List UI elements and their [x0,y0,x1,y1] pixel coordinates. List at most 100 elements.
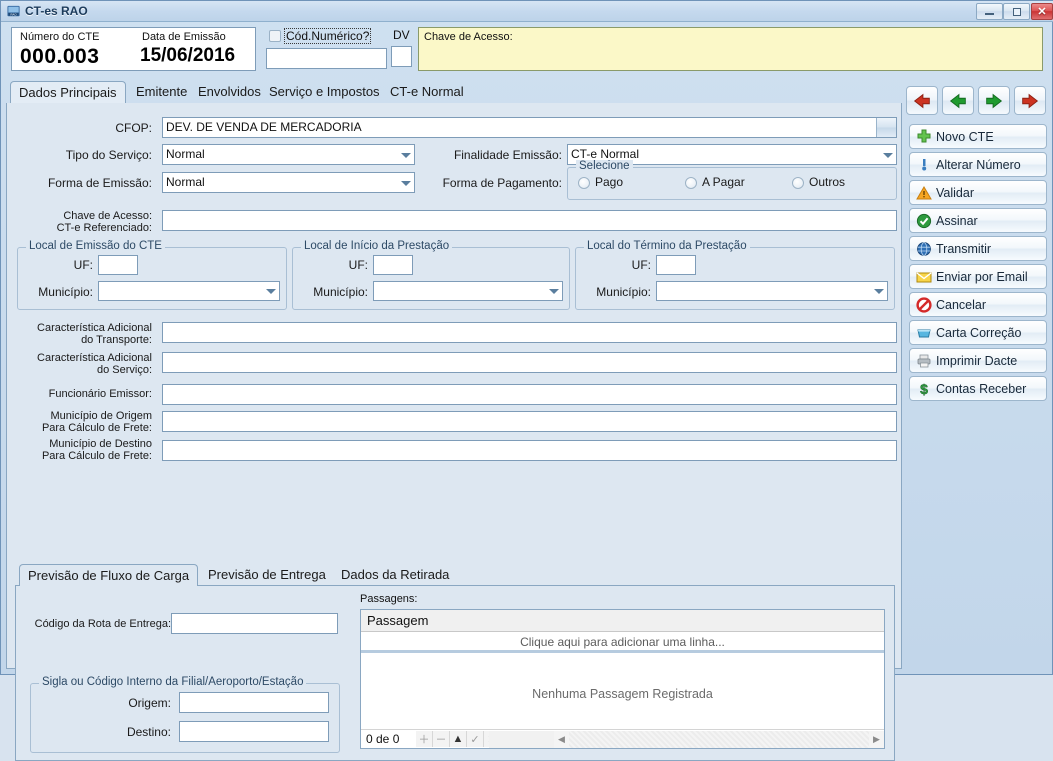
cod-numerico-input[interactable] [266,48,387,69]
warning-icon [916,185,932,201]
grid-horizontal-scrollbar[interactable]: ◀ ▶ [489,731,884,748]
forma-emissao-value: Normal [166,175,205,189]
carac-transporte-input[interactable] [162,322,897,343]
alterar-numero-button[interactable]: Alterar Número [909,152,1047,177]
cfop-input[interactable]: DEV. DE VENDA DE MERCADORIA [162,117,897,138]
cfop-label: CFOP: [115,121,152,135]
check-circle-icon [916,213,932,229]
local-termino-municipio-select[interactable] [656,281,888,301]
tab-dados-retirada[interactable]: Dados da Retirada [333,565,457,586]
local-emissao-municipio-select[interactable] [98,281,280,301]
local-emissao-uf-input[interactable] [98,255,138,275]
assinar-label: Assinar [936,213,978,228]
last-record-button[interactable] [1014,86,1046,115]
maximize-icon [1004,4,1029,19]
printer-icon [916,353,932,369]
mun-origem-input[interactable] [162,411,897,432]
local-termino-uf-input[interactable] [656,255,696,275]
tab-previsao-entrega[interactable]: Previsão de Entrega [200,565,334,586]
plus-icon [916,129,932,145]
chevron-down-icon [549,289,559,294]
tab-emitente[interactable]: Emitente [128,82,195,104]
chave-referenciado-label-line1: Chave de Acesso: [63,210,152,222]
assinar-button[interactable]: Assinar [909,208,1047,233]
first-record-button[interactable] [906,86,938,115]
chave-referenciado-input[interactable] [162,210,897,231]
issue-date-value: 15/06/2016 [140,45,236,66]
dv-input[interactable] [391,46,412,67]
carac-servico-label-line1: Característica Adicional [37,352,152,364]
carac-servico-label-line2: do Serviço: [96,364,152,376]
novo-cte-button[interactable]: Novo CTE [909,124,1047,149]
bottom-tab-panel: Código da Rota de Entrega: Sigla ou Códi… [15,586,895,761]
globe-icon [916,241,932,257]
tab-servico-e-impostos[interactable]: Serviço e Impostos [261,82,388,104]
novo-cte-label: Novo CTE [936,129,994,144]
svg-text:$: $ [920,381,928,397]
municipio-label: Município: [596,285,651,299]
dv-label: DV [393,28,410,42]
title-bar: RAO CT-es RAO ✕ [1,1,1053,22]
mun-destino-input[interactable] [162,440,897,461]
origem-input[interactable] [179,692,329,713]
cte-summary-box: Número do CTE 000.003 Data de Emissão 15… [11,27,256,71]
close-button[interactable]: ✕ [1031,3,1053,20]
cfop-lookup-button[interactable] [876,118,896,137]
transmitir-button[interactable]: Transmitir [909,236,1047,261]
tipo-servico-select[interactable]: Normal [162,144,415,165]
destino-label: Destino: [126,725,171,739]
grid-column-header-passagem[interactable]: Passagem [361,610,884,632]
minimize-button[interactable] [976,3,1003,20]
mun-destino-label-line1: Município de Destino [49,438,152,450]
forma-emissao-label: Forma de Emissão: [47,176,152,190]
tab-dados-principais[interactable]: Dados Principais [10,81,126,105]
local-inicio-uf-input[interactable] [373,255,413,275]
maximize-button[interactable] [1003,3,1030,20]
destino-input[interactable] [179,721,329,742]
tab-envolvidos[interactable]: Envolvidos [190,82,269,104]
origem-label: Origem: [128,696,171,710]
svg-text:RAO: RAO [11,13,18,17]
grid-add-row[interactable]: Clique aqui para adicionar uma linha... [361,632,884,653]
grid-up-button[interactable]: ▲ [450,731,467,747]
carac-servico-input[interactable] [162,352,897,373]
municipio-label: Município: [38,285,93,299]
app-icon: RAO [7,5,20,17]
tab-previsao-fluxo-carga[interactable]: Previsão de Fluxo de Carga [19,564,199,587]
next-record-button[interactable] [978,86,1010,115]
radio-outros[interactable] [792,177,804,189]
scroll-right-icon[interactable]: ▶ [869,731,884,748]
document-icon [916,325,932,341]
scroll-left-icon[interactable]: ◀ [554,731,569,748]
mun-destino-label-line2: Para Cálculo de Frete: [41,450,152,462]
funcionario-emissor-input[interactable] [162,384,897,405]
document-header: Número do CTE 000.003 Data de Emissão 15… [6,25,1049,75]
local-emissao-group: Local de Emissão do CTE UF: Município: [17,240,287,310]
rota-entrega-input[interactable] [171,613,338,634]
tipo-servico-value: Normal [166,147,205,161]
cte-number-value: 000.003 [20,45,100,68]
local-inicio-title: Local de Início da Prestação [301,240,453,252]
cancelar-button[interactable]: Cancelar [909,292,1047,317]
forma-emissao-select[interactable]: Normal [162,172,415,193]
radio-pago[interactable] [578,177,590,189]
enviar-por-email-button[interactable]: Enviar por Email [909,264,1047,289]
imprimir-dacte-button[interactable]: Imprimir Dacte [909,348,1047,373]
close-icon: ✕ [1037,6,1047,18]
radio-a-pagar[interactable] [685,177,697,189]
tipo-servico-label: Tipo do Serviço: [65,148,152,162]
cod-numerico-checkbox[interactable] [269,30,281,42]
prev-record-button[interactable] [942,86,974,115]
carta-correcao-button[interactable]: Carta Correção [909,320,1047,345]
contas-receber-button[interactable]: $ Contas Receber [909,376,1047,401]
finalidade-label: Finalidade Emissão: [453,148,562,162]
local-inicio-municipio-select[interactable] [373,281,563,301]
local-termino-title: Local do Término da Prestação [584,240,750,252]
grid-remove-button[interactable]: － [433,731,450,747]
validar-button[interactable]: Validar [909,180,1047,205]
grid-empty-message: Nenhuma Passagem Registrada [532,686,713,701]
carac-transporte-label-line2: do Transporte: [81,334,152,346]
grid-confirm-button[interactable]: ✓ [467,731,484,747]
grid-add-button[interactable]: ＋ [416,731,433,747]
tab-cte-normal[interactable]: CT-e Normal [382,82,472,104]
